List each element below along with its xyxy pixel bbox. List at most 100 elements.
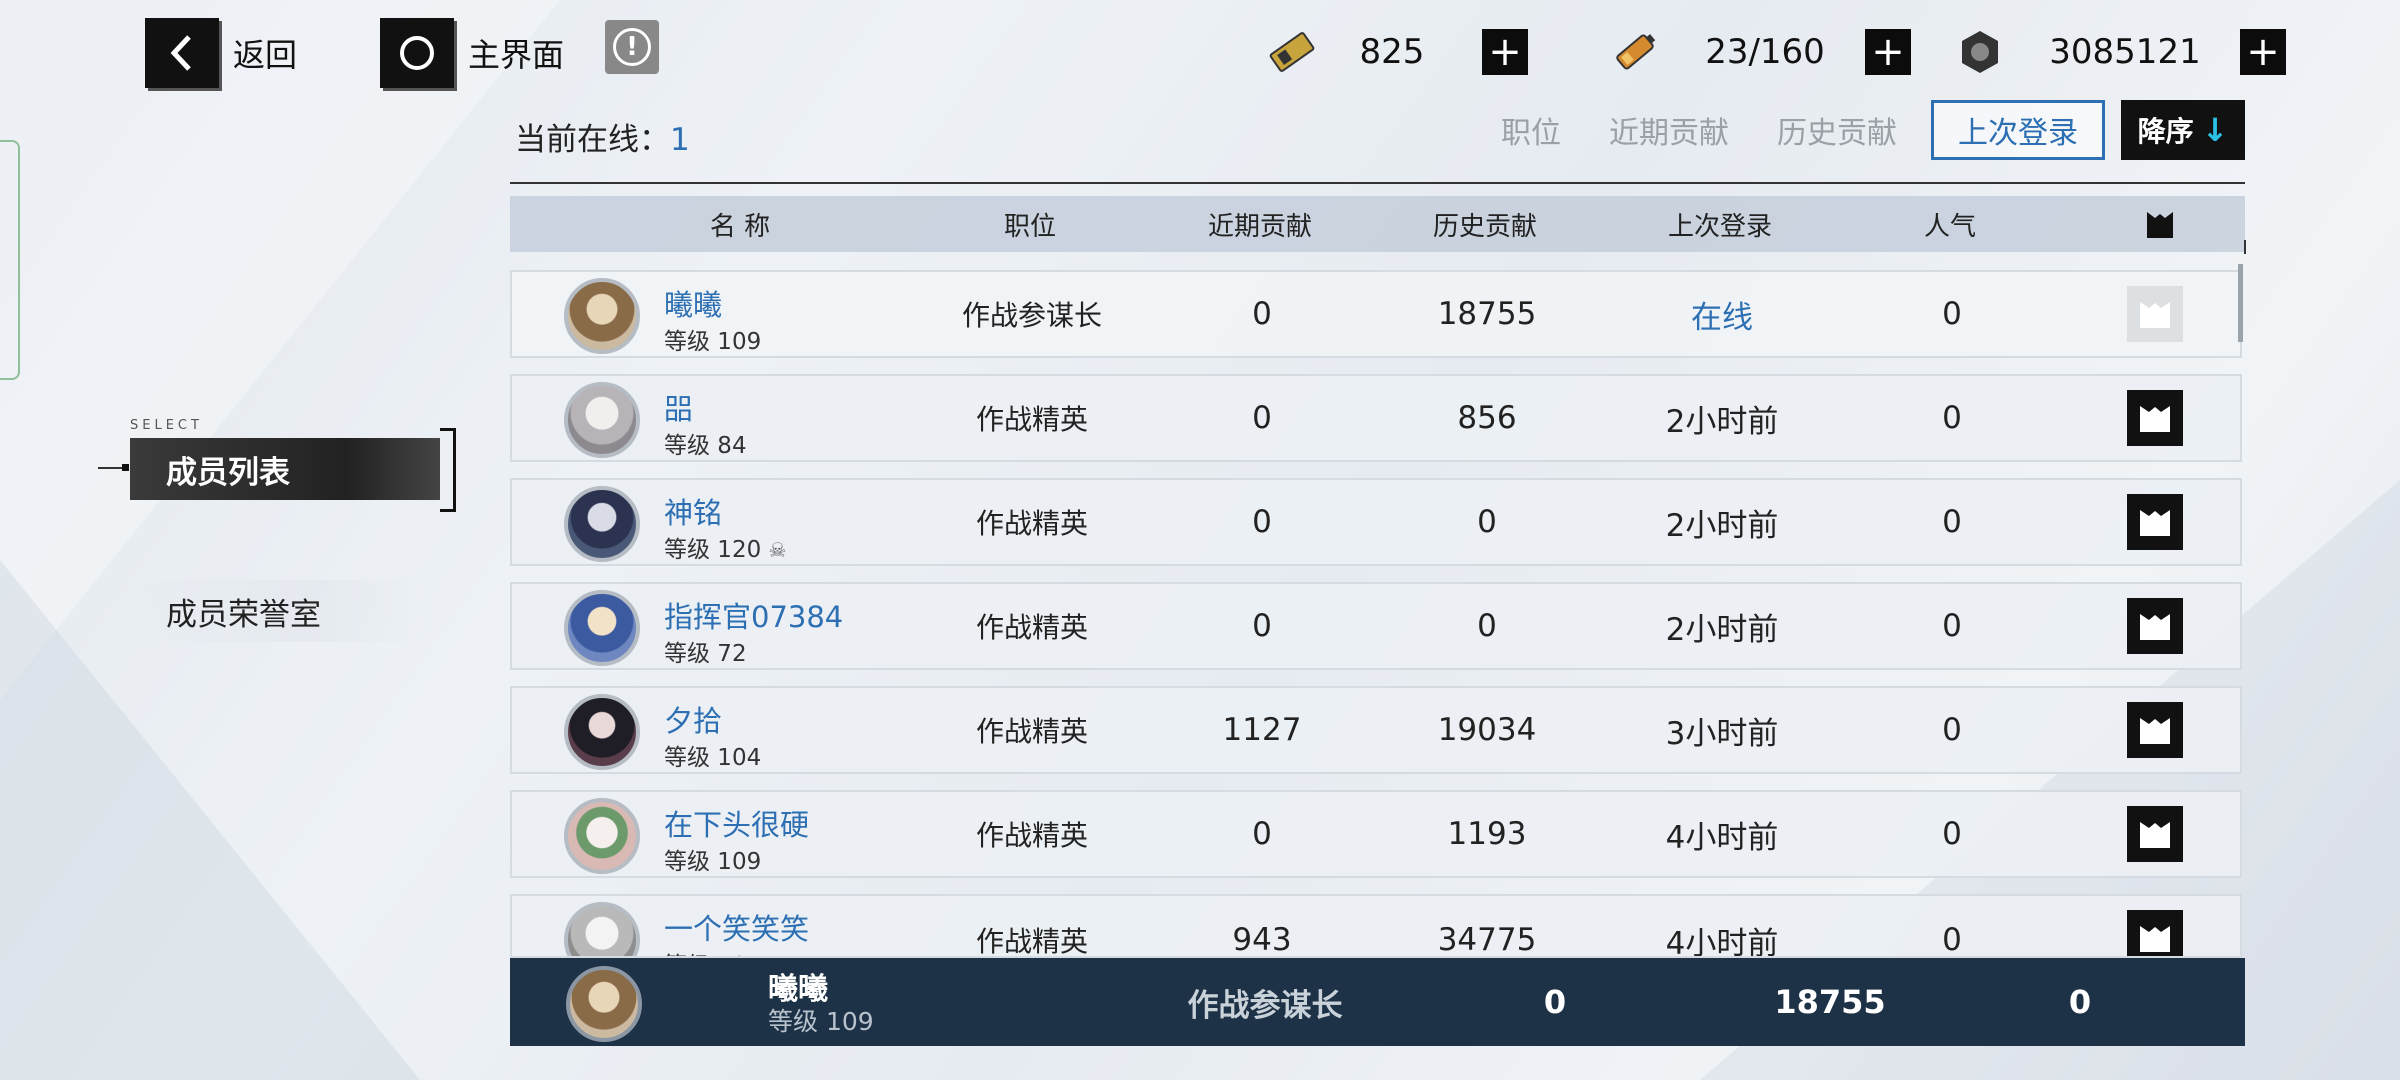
header-gift-icon: [2115, 196, 2205, 252]
coin-count: 3085121: [2049, 32, 2201, 72]
add-battery-button[interactable]: +: [1865, 29, 1911, 75]
header-name: 名 称: [709, 211, 771, 242]
self-popularity: 0: [2068, 983, 2092, 1021]
member-name: 指挥官07384: [664, 600, 844, 634]
gift-button[interactable]: [2127, 702, 2183, 758]
member-popularity: 0: [1942, 608, 1962, 644]
gift-icon: [2140, 718, 2170, 744]
member-history: 34775: [1437, 922, 1537, 958]
avatar: [564, 798, 640, 874]
online-number: 1: [670, 122, 690, 158]
member-recent: 943: [1232, 922, 1292, 958]
gift-button[interactable]: [2127, 494, 2183, 550]
skull-icon: ☠: [768, 538, 787, 562]
side-drawer-handle[interactable]: [0, 140, 20, 380]
table-header: 名 称 职位 近期贡献 历史贡献 上次登录 人气: [510, 196, 2245, 252]
gift-icon: [2140, 926, 2170, 952]
down-arrow-icon: ↓: [2201, 111, 2229, 149]
member-name: 一个笑笑笑: [664, 912, 810, 946]
table-row[interactable]: 神铭 等级 120 ☠ 作战精英 0 0 2小时前 0: [510, 478, 2242, 566]
member-role: 作战精英: [975, 611, 1088, 644]
header-recent: 近期贡献: [1207, 211, 1312, 242]
member-popularity: 0: [1942, 296, 1962, 332]
back-label: 返回: [233, 36, 298, 74]
member-level: 等级 109: [664, 849, 762, 875]
table-row[interactable]: 指挥官07384 等级 72 作战精英 0 0 2小时前 0: [510, 582, 2242, 670]
gift-icon: [2140, 302, 2170, 328]
member-last-login: 4小时前: [1665, 819, 1779, 856]
tab-indicator-dot: [122, 464, 129, 471]
back-button[interactable]: 返回: [145, 18, 297, 88]
member-level: 等级 104: [664, 745, 762, 771]
home-button[interactable]: 主界面: [380, 18, 564, 88]
tab-indicator-line: [98, 467, 124, 469]
table-row[interactable]: 一个笑笑笑 等级 107 作战精英 943 34775 4小时前 0: [510, 894, 2242, 958]
member-recent: 0: [1252, 400, 1272, 436]
member-name: 神铭: [664, 496, 723, 530]
gift-icon: [2140, 510, 2170, 536]
member-recent: 0: [1252, 296, 1272, 332]
member-popularity: 0: [1942, 712, 1962, 748]
gift-button[interactable]: [2127, 390, 2183, 446]
member-history: 19034: [1437, 712, 1537, 748]
member-recent: 0: [1252, 504, 1272, 540]
sort-bar: 职位 近期贡献 历史贡献 上次登录 降序 ↓: [1477, 100, 2245, 160]
order-label: 降序: [2137, 115, 2194, 148]
member-name: 㗊: [664, 392, 694, 426]
member-last-login: 2小时前: [1665, 507, 1779, 544]
member-role: 作战精英: [975, 819, 1088, 852]
member-popularity: 0: [1942, 816, 1962, 852]
gift-button[interactable]: [2127, 910, 2183, 956]
member-level-text: 等级 120: [664, 537, 762, 563]
member-level: 等级 120 ☠: [664, 530, 786, 564]
table-row[interactable]: 曦曦 等级 109 作战参谋长 0 18755 在线 0: [510, 270, 2242, 358]
gift-icon: [2140, 406, 2170, 432]
tab-bracket: [440, 428, 456, 512]
member-recent: 0: [1252, 816, 1272, 852]
sort-role[interactable]: 职位: [1477, 100, 1585, 160]
exclamation-icon: !: [613, 28, 651, 66]
ticket-icon: [1262, 22, 1322, 82]
member-role: 作战参谋长: [961, 299, 1102, 332]
battery-count: 23/160: [1705, 32, 1825, 72]
sort-recent[interactable]: 近期贡献: [1585, 100, 1753, 160]
self-history: 18755: [1774, 983, 1886, 1021]
member-level: 等级 109: [664, 329, 762, 355]
avatar: [566, 966, 642, 1042]
info-button[interactable]: !: [605, 20, 659, 74]
sort-history[interactable]: 历史贡献: [1753, 100, 1921, 160]
gift-icon: [2140, 822, 2170, 848]
home-circle-icon: [380, 18, 454, 88]
member-name: 夕拾: [664, 704, 723, 738]
table-top-line: [510, 182, 2245, 184]
member-level: 等级 84: [664, 433, 747, 459]
table-row[interactable]: 夕拾 等级 104 作战精英 1127 19034 3小时前 0: [510, 686, 2242, 774]
list-scrollbar[interactable]: [2238, 264, 2243, 342]
sort-last-login[interactable]: 上次登录: [1931, 100, 2105, 160]
self-row: 曦曦 等级 109 作战参谋长 0 18755 0: [510, 958, 2245, 1046]
add-coin-button[interactable]: +: [2240, 29, 2286, 75]
table-row[interactable]: 在下头很硬 等级 109 作战精英 0 1193 4小时前 0: [510, 790, 2242, 878]
battery-icon: [1605, 22, 1665, 82]
header-last-login: 上次登录: [1667, 211, 1772, 242]
member-history: 856: [1457, 400, 1517, 436]
table-row[interactable]: 㗊 等级 84 作战精英 0 856 2小时前 0: [510, 374, 2242, 462]
gift-button[interactable]: [2127, 598, 2183, 654]
gift-button[interactable]: [2127, 286, 2183, 342]
resource-battery: 23/160 +: [1605, 22, 1911, 82]
order-toggle-button[interactable]: 降序 ↓: [2121, 100, 2245, 160]
back-arrow-icon: [145, 18, 219, 88]
avatar: [564, 382, 640, 458]
select-label: SELECT: [130, 418, 203, 433]
gift-button[interactable]: [2127, 806, 2183, 862]
header-history: 历史贡献: [1432, 211, 1537, 242]
online-label: 当前在线：: [515, 122, 670, 158]
member-last-login: 3小时前: [1665, 715, 1779, 752]
member-history: 0: [1477, 608, 1497, 644]
tab-member-list[interactable]: 成员列表: [130, 438, 440, 500]
avatar: [564, 486, 640, 562]
member-role: 作战精英: [975, 403, 1088, 436]
tab-honor-hall[interactable]: 成员荣誉室: [130, 580, 430, 642]
member-popularity: 0: [1942, 922, 1962, 958]
add-ticket-button[interactable]: +: [1482, 29, 1528, 75]
